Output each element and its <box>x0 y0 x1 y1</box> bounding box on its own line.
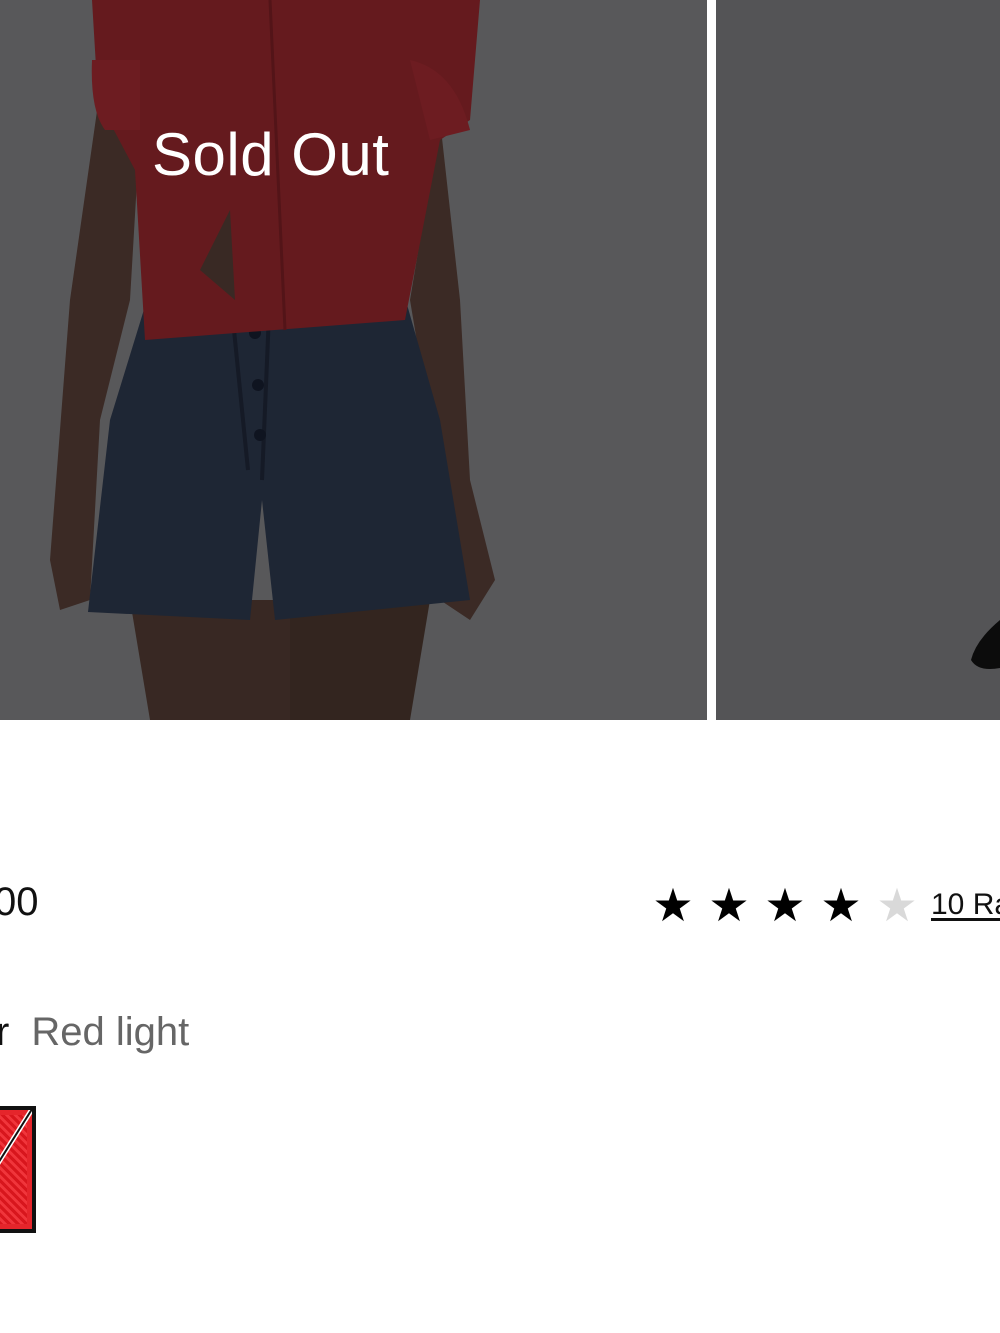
color-label: r <box>0 1010 10 1054</box>
color-swatch-red-light[interactable] <box>0 1106 36 1233</box>
model-photo-illustration-2 <box>716 0 1000 720</box>
star-filled-icon: ★ <box>820 878 862 932</box>
sold-out-overlay <box>0 0 707 720</box>
color-selector-label: r Red light <box>0 1010 189 1055</box>
product-image-gallery[interactable]: Sold Out <box>0 0 1000 720</box>
unavailable-slash-icon <box>0 1110 32 1165</box>
selected-color-value: Red light <box>31 1010 190 1054</box>
sold-out-label: Sold Out <box>152 121 390 188</box>
product-price: 00 <box>0 880 39 924</box>
star-filled-icon: ★ <box>708 878 750 932</box>
product-image-1[interactable]: Sold Out <box>0 0 707 720</box>
star-filled-icon: ★ <box>652 878 694 932</box>
star-empty-icon: ★ <box>876 878 918 932</box>
product-rating[interactable]: ★ ★ ★ ★ ★ 10 Ra <box>645 878 1000 932</box>
star-filled-icon: ★ <box>764 878 806 932</box>
ratings-count-link[interactable]: 10 Ra <box>931 888 1000 922</box>
product-image-2[interactable] <box>716 0 1000 720</box>
